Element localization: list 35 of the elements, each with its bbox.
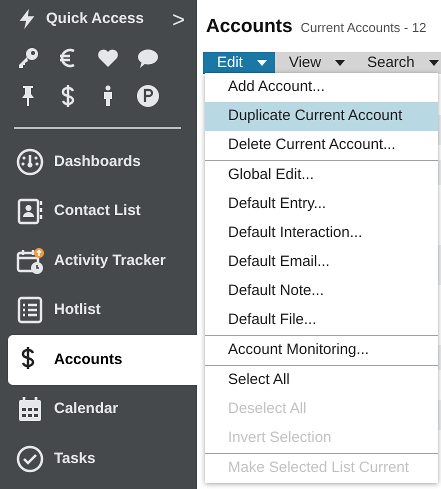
menu-button[interactable]: Search — [353, 52, 441, 74]
menu-item[interactable]: Add Account... — [205, 73, 438, 102]
sidebar-item[interactable]: Tasks — [0, 434, 197, 484]
menu-item[interactable]: Default File... — [205, 306, 438, 335]
menu-item[interactable]: Default Interaction... — [205, 219, 438, 248]
list-icon — [16, 296, 44, 324]
caret-icon — [335, 60, 346, 66]
contact-card-icon — [16, 197, 44, 226]
menu-item[interactable]: Default Note... — [205, 277, 438, 306]
quick-access-label: Quick Access — [46, 8, 145, 29]
key-icon[interactable] — [16, 46, 40, 70]
calendar-clock-icon — [16, 246, 44, 275]
menu-button[interactable]: Edit — [203, 52, 275, 74]
menu-item[interactable]: Select All — [205, 366, 438, 395]
check-circle-icon — [16, 444, 44, 473]
menu-item[interactable]: Default Entry... — [205, 190, 438, 219]
menu-item[interactable]: Default Email... — [205, 248, 438, 277]
gauge-icon — [16, 148, 44, 176]
menu-item[interactable]: Delete Current Account... — [205, 131, 438, 160]
sidebar-item[interactable]: Dashboards — [0, 137, 197, 186]
menu-item[interactable]: Global Edit... — [205, 161, 438, 190]
menu-button[interactable]: View — [274, 52, 354, 74]
parking-icon[interactable] — [136, 84, 160, 108]
sidebar-item[interactable]: Contact List — [0, 186, 197, 236]
sidebar-item[interactable]: Calendar — [0, 384, 197, 434]
caret-icon — [428, 60, 439, 66]
sidebar-item[interactable]: Hotlist — [0, 286, 197, 335]
calendar-icon — [16, 395, 44, 424]
caret-icon — [256, 60, 267, 66]
sidebar-item[interactable]: Accounts — [8, 335, 197, 384]
sidebar-item[interactable]: Activity Tracker — [0, 236, 197, 286]
page-title: Accounts — [206, 15, 293, 39]
page-subtitle: Current Accounts - 12 — [300, 19, 426, 37]
menu-item[interactable]: Account Monitoring... — [205, 336, 438, 365]
menu-item[interactable]: Duplicate Current Account — [205, 102, 438, 131]
